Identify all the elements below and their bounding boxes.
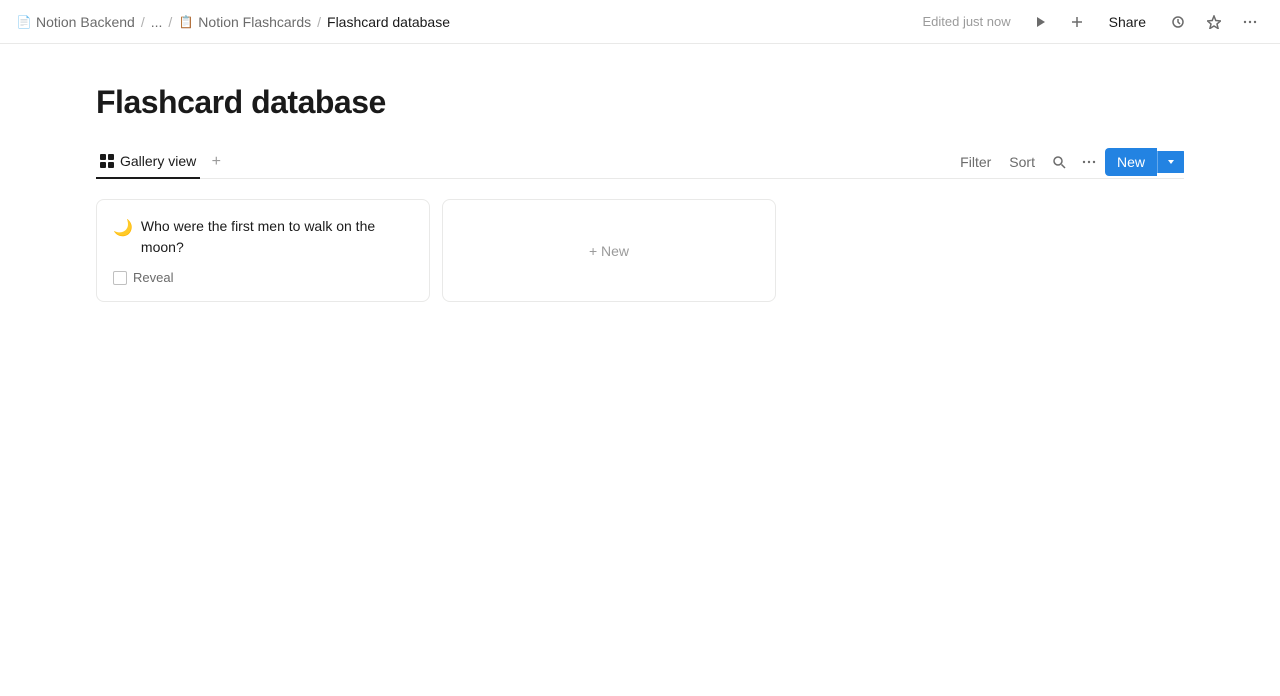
edited-timestamp: Edited just now bbox=[922, 14, 1010, 29]
new-button[interactable]: New bbox=[1105, 148, 1157, 176]
new-card-label: + New bbox=[589, 243, 629, 259]
reveal-checkbox-0[interactable] bbox=[113, 271, 127, 285]
play-button[interactable] bbox=[1027, 8, 1055, 36]
topbar-actions: Edited just now Share bbox=[922, 8, 1264, 36]
breadcrumb-flashcard-database[interactable]: Flashcard database bbox=[327, 14, 450, 30]
breadcrumb-label-ellipsis: ... bbox=[151, 14, 163, 30]
new-button-dropdown[interactable] bbox=[1157, 151, 1184, 173]
flashcard-emoji-0: 🌙 bbox=[113, 217, 133, 241]
new-button-container: New bbox=[1105, 148, 1184, 176]
more-options-button[interactable] bbox=[1236, 8, 1264, 36]
filter-label: Filter bbox=[960, 154, 991, 170]
search-button[interactable] bbox=[1045, 148, 1073, 176]
breadcrumb-separator-1: / bbox=[141, 14, 145, 30]
breadcrumb-notion-flashcards[interactable]: 📋 Notion Flashcards bbox=[178, 14, 311, 30]
tab-gallery-view[interactable]: Gallery view bbox=[96, 145, 200, 179]
flashcard-question-text-0: Who were the first men to walk on the mo… bbox=[141, 216, 413, 258]
favorite-button[interactable] bbox=[1200, 8, 1228, 36]
share-button[interactable]: Share bbox=[1099, 10, 1156, 34]
breadcrumb-label-flashcard-database: Flashcard database bbox=[327, 14, 450, 30]
breadcrumb-notion-backend[interactable]: 📄 Notion Backend bbox=[16, 14, 135, 30]
breadcrumb-ellipsis[interactable]: ... bbox=[151, 14, 163, 30]
more-toolbar-button[interactable] bbox=[1075, 148, 1103, 176]
add-page-button[interactable] bbox=[1063, 8, 1091, 36]
gallery-grid: 🌙 Who were the first men to walk on the … bbox=[96, 195, 776, 302]
new-button-label: New bbox=[1117, 154, 1145, 170]
flashcards-page-icon: 📋 bbox=[178, 14, 194, 30]
breadcrumb-label-notion-backend: Notion Backend bbox=[36, 14, 135, 30]
flashcard-question-0: 🌙 Who were the first men to walk on the … bbox=[113, 216, 413, 258]
breadcrumb-separator-2: / bbox=[168, 14, 172, 30]
flashcard-reveal-0[interactable]: Reveal bbox=[113, 270, 413, 285]
tab-gallery-view-label: Gallery view bbox=[120, 153, 196, 169]
gallery-icon-cell-4 bbox=[108, 162, 114, 168]
history-button[interactable] bbox=[1164, 8, 1192, 36]
flashcard-card-0[interactable]: 🌙 Who were the first men to walk on the … bbox=[96, 199, 430, 302]
gallery-icon-cell-2 bbox=[108, 154, 114, 160]
view-tabs-container: Gallery view + bbox=[96, 145, 228, 178]
share-label: Share bbox=[1109, 14, 1146, 30]
filter-button[interactable]: Filter bbox=[952, 150, 999, 174]
breadcrumb-label-notion-flashcards: Notion Flashcards bbox=[198, 14, 311, 30]
add-view-button[interactable]: + bbox=[204, 150, 228, 174]
page-title: Flashcard database bbox=[96, 84, 1184, 121]
sort-button[interactable]: Sort bbox=[1001, 150, 1043, 174]
reveal-label-0: Reveal bbox=[133, 270, 173, 285]
page-content: Flashcard database Gallery view + Filter… bbox=[0, 44, 1280, 342]
new-card-button[interactable]: + New bbox=[442, 199, 776, 302]
gallery-view-icon bbox=[100, 154, 114, 168]
toolbar-right: Filter Sort New bbox=[952, 148, 1184, 176]
breadcrumb: 📄 Notion Backend / ... / 📋 Notion Flashc… bbox=[16, 14, 450, 30]
topbar: 📄 Notion Backend / ... / 📋 Notion Flashc… bbox=[0, 0, 1280, 44]
gallery-icon-cell-3 bbox=[100, 162, 106, 168]
gallery-icon-cell-1 bbox=[100, 154, 106, 160]
notion-backend-icon: 📄 bbox=[16, 14, 32, 30]
breadcrumb-separator-3: / bbox=[317, 14, 321, 30]
sort-label: Sort bbox=[1009, 154, 1035, 170]
